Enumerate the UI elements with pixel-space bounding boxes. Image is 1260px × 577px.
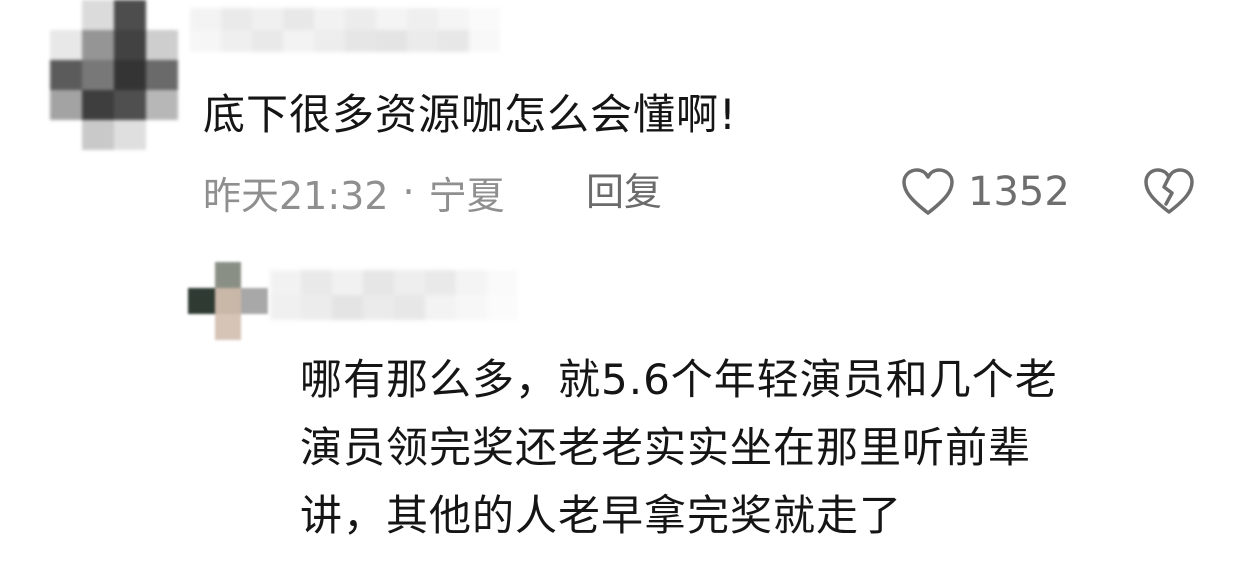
meta-separator: · xyxy=(402,170,415,214)
reply-line: 演员领完奖还老老实实坐在那里听前辈 xyxy=(300,423,1032,472)
broken-heart-icon xyxy=(1142,166,1196,218)
reply-body: 哪有那么多，就5.6个年轻演员和几个老 演员领完奖还老老实实坐在那里听前辈 讲，… xyxy=(300,346,1200,550)
comment-thread: 底下很多资源咖怎么会懂啊! 昨天21:32 · 宁夏 回复 1352 哪有那么多… xyxy=(0,0,1260,577)
heart-outline-icon xyxy=(900,166,956,218)
comment-timestamp: 昨天21:32 xyxy=(203,173,389,218)
reply-line: 哪有那么多，就5.6个年轻演员和几个老 xyxy=(300,355,1058,404)
commenter-name-redacted[interactable] xyxy=(190,8,500,52)
like-button[interactable]: 1352 xyxy=(900,162,1070,222)
comment-location: 宁夏 xyxy=(428,173,505,218)
comment-meta: 昨天21:32 · 宁夏 xyxy=(203,164,505,220)
like-count: 1352 xyxy=(968,169,1070,215)
replier-name-redacted[interactable] xyxy=(270,270,520,320)
reply-line: 讲，其他的人老早拿完奖就走了 xyxy=(300,491,903,540)
reply-button[interactable]: 回复 xyxy=(586,164,662,220)
comment-body: 底下很多资源咖怎么会懂啊! xyxy=(203,90,737,139)
commenter-avatar-pixelated[interactable] xyxy=(50,0,178,150)
dislike-button[interactable] xyxy=(1142,166,1196,218)
replier-avatar-pixelated[interactable] xyxy=(188,262,268,340)
